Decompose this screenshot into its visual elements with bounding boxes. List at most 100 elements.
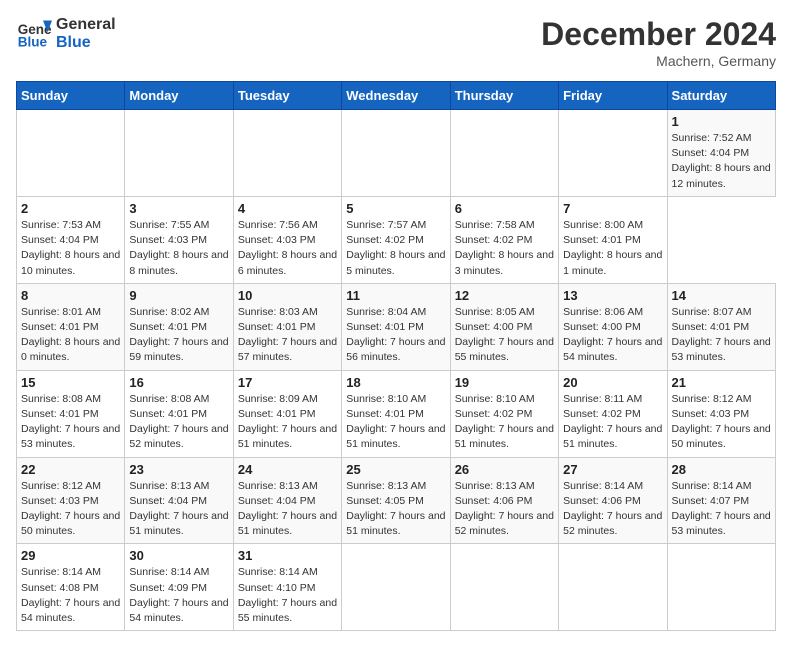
calendar-cell: 20 Sunrise: 8:11 AMSunset: 4:02 PMDayligh… — [559, 370, 667, 457]
day-info: Sunrise: 8:00 AMSunset: 4:01 PMDaylight:… — [563, 218, 662, 279]
day-number: 16 — [129, 375, 228, 390]
header-saturday: Saturday — [667, 82, 775, 110]
calendar-cell: 2 Sunrise: 7:53 AMSunset: 4:04 PMDaylight… — [17, 196, 125, 283]
day-number: 12 — [455, 288, 554, 303]
page-header: General Blue General Blue December 2024 … — [16, 16, 776, 69]
day-info: Sunrise: 8:11 AMSunset: 4:02 PMDaylight:… — [563, 392, 662, 453]
day-number: 30 — [129, 548, 228, 563]
logo-icon: General Blue — [16, 16, 52, 52]
day-number: 14 — [672, 288, 771, 303]
calendar-cell: 25Sunrise: 8:13 AMSunset: 4:05 PMDayligh… — [342, 457, 450, 544]
calendar-cell: 5 Sunrise: 7:57 AMSunset: 4:02 PMDaylight… — [342, 196, 450, 283]
day-number: 26 — [455, 462, 554, 477]
day-number: 21 — [672, 375, 771, 390]
calendar-cell: 15 Sunrise: 8:08 AMSunset: 4:01 PMDayligh… — [17, 370, 125, 457]
calendar-cell: 7 Sunrise: 8:00 AMSunset: 4:01 PMDaylight… — [559, 196, 667, 283]
day-number: 10 — [238, 288, 337, 303]
day-info: Sunrise: 8:12 AMSunset: 4:03 PMDaylight:… — [21, 479, 120, 540]
calendar-cell — [450, 110, 558, 197]
header-wednesday: Wednesday — [342, 82, 450, 110]
day-info: Sunrise: 8:02 AMSunset: 4:01 PMDaylight:… — [129, 305, 228, 366]
day-info: Sunrise: 8:14 AMSunset: 4:06 PMDaylight:… — [563, 479, 662, 540]
day-number: 5 — [346, 201, 445, 216]
calendar-cell — [450, 544, 558, 631]
day-info: Sunrise: 8:03 AMSunset: 4:01 PMDaylight:… — [238, 305, 337, 366]
day-info: Sunrise: 8:08 AMSunset: 4:01 PMDaylight:… — [129, 392, 228, 453]
calendar-cell: 19Sunrise: 8:10 AMSunset: 4:02 PMDayligh… — [450, 370, 558, 457]
calendar-cell: 10 Sunrise: 8:03 AMSunset: 4:01 PMDayligh… — [233, 283, 341, 370]
calendar-cell: 4 Sunrise: 7:56 AMSunset: 4:03 PMDaylight… — [233, 196, 341, 283]
day-number: 4 — [238, 201, 337, 216]
day-number: 19 — [455, 375, 554, 390]
day-info: Sunrise: 7:52 AMSunset: 4:04 PMDaylight:… — [672, 131, 771, 192]
day-number: 11 — [346, 288, 445, 303]
logo-blue: Blue — [56, 34, 116, 52]
day-info: Sunrise: 8:14 AMSunset: 4:09 PMDaylight:… — [129, 565, 228, 626]
calendar-cell: 6 Sunrise: 7:58 AMSunset: 4:02 PMDaylight… — [450, 196, 558, 283]
calendar-cell: 8Sunrise: 8:01 AMSunset: 4:01 PMDaylight… — [17, 283, 125, 370]
day-info: Sunrise: 8:10 AMSunset: 4:01 PMDaylight:… — [346, 392, 445, 453]
day-number: 1 — [672, 114, 771, 129]
calendar-cell: 17 Sunrise: 8:09 AMSunset: 4:01 PMDayligh… — [233, 370, 341, 457]
day-info: Sunrise: 7:56 AMSunset: 4:03 PMDaylight:… — [238, 218, 337, 279]
day-number: 20 — [563, 375, 662, 390]
day-info: Sunrise: 8:08 AMSunset: 4:01 PMDaylight:… — [21, 392, 120, 453]
header-row: SundayMondayTuesdayWednesdayThursdayFrid… — [17, 82, 776, 110]
day-number: 13 — [563, 288, 662, 303]
calendar-cell: 11Sunrise: 8:04 AMSunset: 4:01 PMDayligh… — [342, 283, 450, 370]
header-tuesday: Tuesday — [233, 82, 341, 110]
day-number: 3 — [129, 201, 228, 216]
calendar-cell: 28 Sunrise: 8:14 AMSunset: 4:07 PMDayligh… — [667, 457, 775, 544]
day-info: Sunrise: 8:12 AMSunset: 4:03 PMDaylight:… — [672, 392, 771, 453]
location: Machern, Germany — [541, 53, 776, 69]
calendar-cell: 14 Sunrise: 8:07 AMSunset: 4:01 PMDayligh… — [667, 283, 775, 370]
day-number: 6 — [455, 201, 554, 216]
logo-general: General — [56, 16, 116, 34]
calendar-cell: 16 Sunrise: 8:08 AMSunset: 4:01 PMDayligh… — [125, 370, 233, 457]
title-block: December 2024 Machern, Germany — [541, 16, 776, 69]
day-number: 2 — [21, 201, 120, 216]
day-info: Sunrise: 7:55 AMSunset: 4:03 PMDaylight:… — [129, 218, 228, 279]
calendar-cell: 29Sunrise: 8:14 AMSunset: 4:08 PMDayligh… — [17, 544, 125, 631]
day-info: Sunrise: 8:05 AMSunset: 4:00 PMDaylight:… — [455, 305, 554, 366]
logo: General Blue General Blue — [16, 16, 116, 52]
day-number: 28 — [672, 462, 771, 477]
day-info: Sunrise: 8:13 AMSunset: 4:04 PMDaylight:… — [238, 479, 337, 540]
day-number: 25 — [346, 462, 445, 477]
day-number: 18 — [346, 375, 445, 390]
day-info: Sunrise: 7:58 AMSunset: 4:02 PMDaylight:… — [455, 218, 554, 279]
calendar-week-0: 1 Sunrise: 7:52 AMSunset: 4:04 PMDaylight… — [17, 110, 776, 197]
calendar-cell: 27 Sunrise: 8:14 AMSunset: 4:06 PMDayligh… — [559, 457, 667, 544]
day-number: 29 — [21, 548, 120, 563]
calendar-cell — [667, 544, 775, 631]
calendar-cell: 13Sunrise: 8:06 AMSunset: 4:00 PMDayligh… — [559, 283, 667, 370]
header-monday: Monday — [125, 82, 233, 110]
calendar-cell: 9Sunrise: 8:02 AMSunset: 4:01 PMDaylight… — [125, 283, 233, 370]
calendar-cell: 24Sunrise: 8:13 AMSunset: 4:04 PMDayligh… — [233, 457, 341, 544]
calendar-cell — [559, 544, 667, 631]
svg-text:Blue: Blue — [18, 35, 48, 50]
day-info: Sunrise: 8:13 AMSunset: 4:06 PMDaylight:… — [455, 479, 554, 540]
day-number: 7 — [563, 201, 662, 216]
calendar-cell — [125, 110, 233, 197]
day-number: 27 — [563, 462, 662, 477]
day-info: Sunrise: 8:14 AMSunset: 4:07 PMDaylight:… — [672, 479, 771, 540]
calendar-cell — [342, 544, 450, 631]
day-info: Sunrise: 8:13 AMSunset: 4:04 PMDaylight:… — [129, 479, 228, 540]
day-info: Sunrise: 7:53 AMSunset: 4:04 PMDaylight:… — [21, 218, 120, 279]
calendar-cell: 3 Sunrise: 7:55 AMSunset: 4:03 PMDaylight… — [125, 196, 233, 283]
header-friday: Friday — [559, 82, 667, 110]
day-number: 15 — [21, 375, 120, 390]
calendar-cell — [342, 110, 450, 197]
day-info: Sunrise: 7:57 AMSunset: 4:02 PMDaylight:… — [346, 218, 445, 279]
day-number: 17 — [238, 375, 337, 390]
calendar-week-2: 8Sunrise: 8:01 AMSunset: 4:01 PMDaylight… — [17, 283, 776, 370]
calendar-week-5: 29Sunrise: 8:14 AMSunset: 4:08 PMDayligh… — [17, 544, 776, 631]
calendar-cell — [17, 110, 125, 197]
calendar-cell: 26 Sunrise: 8:13 AMSunset: 4:06 PMDayligh… — [450, 457, 558, 544]
day-info: Sunrise: 8:07 AMSunset: 4:01 PMDaylight:… — [672, 305, 771, 366]
day-number: 23 — [129, 462, 228, 477]
day-info: Sunrise: 8:09 AMSunset: 4:01 PMDaylight:… — [238, 392, 337, 453]
calendar-week-1: 2 Sunrise: 7:53 AMSunset: 4:04 PMDaylight… — [17, 196, 776, 283]
calendar-header: SundayMondayTuesdayWednesdayThursdayFrid… — [17, 82, 776, 110]
